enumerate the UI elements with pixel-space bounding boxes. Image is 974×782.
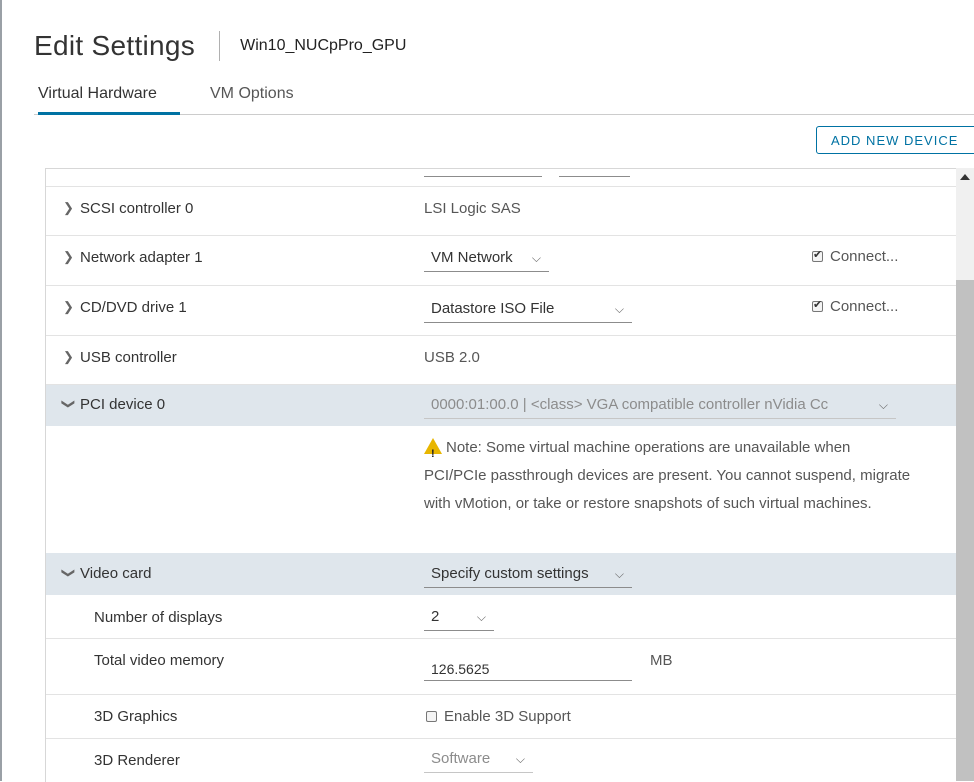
row-label: Number of displays: [94, 609, 223, 626]
chevron-right-icon[interactable]: ❯: [63, 200, 74, 216]
row-network-adapter: ❯ Network adapter 1 VM Network ⌵ Connect…: [46, 236, 957, 286]
row-value: USB 2.0: [424, 349, 480, 366]
tab-label: VM Options: [210, 85, 294, 102]
row-scsi-controller: ❯ SCSI controller 0 LSI Logic SAS: [46, 187, 957, 236]
caret-down-icon: ⌵: [531, 251, 541, 265]
scrollbar-thumb[interactable]: [956, 280, 974, 781]
dialog-title: Edit Settings: [34, 30, 196, 61]
warning-triangle-icon: [424, 438, 442, 468]
enable-3d-support-checkbox[interactable]: Enable 3D Support: [426, 708, 571, 725]
checkbox-label: Enable 3D Support: [444, 708, 571, 725]
caret-down-icon: ⌵: [515, 752, 525, 766]
row-label: 3D Renderer: [94, 752, 180, 769]
select-value: Datastore ISO File: [431, 300, 555, 317]
row-label: 3D Graphics: [94, 708, 178, 725]
row-total-video-memory: Total video memory MB: [46, 639, 957, 695]
caret-down-icon: ⌵: [476, 610, 486, 624]
row-label: SCSI controller 0: [80, 200, 194, 217]
checkbox-checked-icon: [812, 248, 823, 262]
select-value: Specify custom settings: [431, 565, 589, 582]
list-item-partial: [46, 169, 957, 187]
row-pci-device: ❯ PCI device 0 0000:01:00.0 | <class> VG…: [46, 385, 957, 426]
select-value: 2: [431, 608, 440, 625]
row-label: Video card: [80, 565, 152, 582]
note-text: Note: Some virtual machine operations ar…: [424, 439, 911, 512]
add-new-device-button[interactable]: ADD NEW DEVICE: [816, 126, 974, 154]
tab-vm-options[interactable]: VM Options: [210, 80, 294, 114]
row-cd-dvd-drive: ❯ CD/DVD drive 1 Datastore ISO File ⌵ Co…: [46, 286, 957, 336]
row-3d-renderer: 3D Renderer Software ⌵: [46, 739, 957, 782]
network-select[interactable]: VM Network ⌵: [424, 244, 549, 272]
chevron-down-icon[interactable]: ❯: [60, 399, 76, 410]
checkbox-label: Connect...: [830, 248, 899, 265]
row-usb-controller: ❯ USB controller USB 2.0: [46, 336, 957, 385]
row-label: Network adapter 1: [80, 249, 203, 266]
row-number-of-displays: Number of displays 2 ⌵: [46, 595, 957, 639]
tab-bar: Virtual Hardware VM Options: [34, 80, 974, 115]
row-label: Total video memory: [94, 652, 225, 669]
scroll-up-arrow-icon[interactable]: [960, 174, 970, 180]
checkbox-unchecked-icon: [426, 711, 437, 722]
row-label: PCI device 0: [80, 396, 166, 413]
caret-down-icon: ⌵: [614, 567, 624, 581]
select-value: 0000:01:00.0 | <class> VGA compatible co…: [431, 396, 829, 413]
checkbox-label: Connect...: [830, 298, 899, 315]
dialog-header: Edit Settings Win10_NUCpPro_GPU: [34, 26, 406, 66]
number-of-displays-select[interactable]: 2 ⌵: [424, 603, 494, 631]
cd-dvd-connect-checkbox[interactable]: Connect...: [812, 298, 898, 315]
select-value: Software: [431, 750, 491, 767]
vm-name: Win10_NUCpPro_GPU: [240, 37, 407, 54]
caret-down-icon: ⌵: [614, 302, 624, 316]
3d-renderer-select[interactable]: Software ⌵: [424, 745, 533, 773]
cd-dvd-media-select[interactable]: Datastore ISO File ⌵: [424, 295, 632, 323]
chevron-down-icon[interactable]: ❯: [60, 568, 76, 579]
partial-field: [424, 169, 542, 177]
row-value: LSI Logic SAS: [424, 200, 521, 217]
title-separator: [219, 31, 221, 61]
pci-passthrough-note: Note: Some virtual machine operations ar…: [424, 434, 914, 518]
row-label: USB controller: [80, 349, 177, 366]
chevron-right-icon[interactable]: ❯: [63, 249, 74, 265]
video-memory-input[interactable]: [424, 651, 632, 681]
select-value: VM Network: [431, 249, 513, 266]
checkbox-checked-icon: [812, 298, 823, 312]
caret-down-icon: ⌵: [878, 398, 888, 412]
chevron-right-icon[interactable]: ❯: [63, 349, 74, 365]
window-left-edge: [0, 0, 2, 781]
video-settings-select[interactable]: Specify custom settings ⌵: [424, 560, 632, 588]
network-connect-checkbox[interactable]: Connect...: [812, 248, 898, 265]
partial-field: [559, 169, 630, 177]
chevron-right-icon[interactable]: ❯: [63, 299, 74, 315]
tab-virtual-hardware[interactable]: Virtual Hardware: [38, 80, 180, 115]
pci-device-select[interactable]: 0000:01:00.0 | <class> VGA compatible co…: [424, 391, 896, 419]
memory-unit: MB: [650, 652, 673, 669]
row-video-card: ❯ Video card Specify custom settings ⌵: [46, 553, 957, 595]
scrollbar[interactable]: [956, 168, 974, 781]
row-3d-graphics: 3D Graphics Enable 3D Support: [46, 695, 957, 739]
tab-label: Virtual Hardware: [38, 85, 157, 102]
hardware-list: ❯ SCSI controller 0 LSI Logic SAS ❯ Netw…: [45, 168, 957, 782]
row-label: CD/DVD drive 1: [80, 299, 187, 316]
pci-note-area: Note: Some virtual machine operations ar…: [46, 426, 957, 553]
